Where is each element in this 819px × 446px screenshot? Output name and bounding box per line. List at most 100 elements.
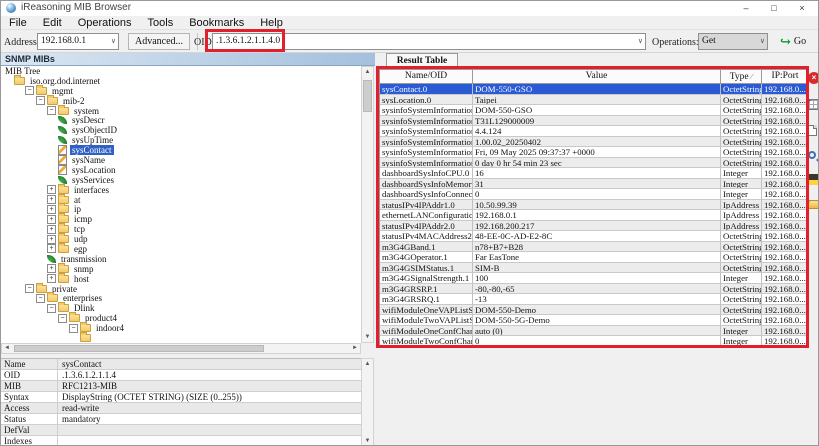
expand-icon[interactable]: +: [47, 274, 56, 283]
scroll-up-icon[interactable]: ▲: [362, 359, 373, 369]
table-row[interactable]: wifiModuleOneVAPListSSI...DOM-550-DemoOc…: [380, 305, 808, 316]
table-row[interactable]: m3G4GOperator.1Far EasToneOctetString192…: [380, 252, 808, 263]
scroll-down-icon[interactable]: ▼: [362, 332, 373, 342]
chevron-down-icon[interactable]: ∨: [638, 37, 643, 45]
expand-icon[interactable]: +: [47, 205, 56, 214]
menu-item-operations[interactable]: Operations: [70, 17, 140, 29]
tree-item-sysobjectid[interactable]: sysObjectID: [1, 125, 361, 135]
collapse-icon[interactable]: −: [25, 86, 34, 95]
tree-item-iso-org-dod-internet[interactable]: iso.org.dod.internet: [1, 76, 361, 86]
tree-item-host[interactable]: +host: [1, 274, 361, 284]
expand-icon[interactable]: +: [47, 244, 56, 253]
tree-item-enterprises[interactable]: −enterprises: [1, 293, 361, 303]
graph-icon[interactable]: [808, 174, 819, 185]
table-row[interactable]: dashboardSysInfoMemory.031Integer192.168…: [380, 179, 808, 190]
table-row[interactable]: sysinfoSystemInformation...0 day 0 hr 54…: [380, 158, 808, 169]
expand-icon[interactable]: +: [47, 225, 56, 234]
tree-item-sysuptime[interactable]: sysUpTime: [1, 135, 361, 145]
table-row[interactable]: wifiModuleTwoVAPListSS...DOM-550-5G-Demo…: [380, 315, 808, 326]
tree-item-interfaces[interactable]: +interfaces: [1, 185, 361, 195]
tree-item-udp[interactable]: +udp: [1, 234, 361, 244]
tree-item-tcp[interactable]: +tcp: [1, 224, 361, 234]
scroll-right-icon[interactable]: ►: [350, 344, 360, 353]
tree-item-indoor4[interactable]: −indoor4: [1, 323, 361, 333]
oid-combobox[interactable]: .1.3.6.1.2.1.1.4.0 ∨: [212, 33, 646, 50]
table-row[interactable]: sysLocation.0TaipeiOctetString192.168.0.…: [380, 95, 808, 106]
expand-icon[interactable]: +: [47, 195, 56, 204]
collapse-icon[interactable]: −: [36, 294, 45, 303]
table-row[interactable]: m3G4GBand.1n78+B7+B28OctetString192.168.…: [380, 242, 808, 253]
tree-item-mib-tree[interactable]: MIB Tree: [1, 66, 361, 76]
table-row[interactable]: dashboardSysInfoConnecti...0Integer192.1…: [380, 189, 808, 200]
tree-item-egp[interactable]: +egp: [1, 244, 361, 254]
document-icon[interactable]: [808, 125, 817, 136]
menu-item-help[interactable]: Help: [252, 17, 291, 29]
collapse-icon[interactable]: −: [47, 304, 56, 313]
search-icon[interactable]: [808, 151, 816, 159]
tree-item-product4[interactable]: −product4: [1, 313, 361, 323]
menu-item-bookmarks[interactable]: Bookmarks: [181, 17, 252, 29]
maximize-button[interactable]: □: [760, 1, 788, 16]
expand-icon[interactable]: +: [47, 215, 56, 224]
tree-item-snmp[interactable]: +snmp: [1, 264, 361, 274]
tree-item-system[interactable]: −system: [1, 106, 361, 116]
column-header-type[interactable]: Type ∕: [721, 70, 762, 83]
tree-item-syslocation[interactable]: sysLocation: [1, 165, 361, 175]
table-row[interactable]: ethernetLANConfiguration...192.168.0.1Ip…: [380, 210, 808, 221]
tree-item-mib-2[interactable]: −mib-2: [1, 96, 361, 106]
table-row[interactable]: statusIPv4MACAddress2.048-EE-0C-AD-E2-8C…: [380, 231, 808, 242]
properties-vertical-scrollbar[interactable]: ▲ ▼: [361, 358, 374, 446]
tree-vertical-scrollbar[interactable]: ▲ ▼: [361, 66, 374, 343]
tree-item-transmission[interactable]: transmission: [1, 254, 361, 264]
tree-item-sysservices[interactable]: sysServices: [1, 175, 361, 185]
column-header-ip-port[interactable]: IP:Port: [762, 70, 808, 83]
table-row[interactable]: wifiModuleTwoConfChan...0Integer192.168.…: [380, 336, 808, 347]
table-row[interactable]: sysinfoSystemInformationS...Fri, 09 May …: [380, 147, 808, 158]
tree-item-sysname[interactable]: sysName: [1, 155, 361, 165]
tree-item-ip[interactable]: +ip: [1, 204, 361, 214]
expand-icon[interactable]: +: [47, 264, 56, 273]
scrollbar-thumb[interactable]: [14, 345, 264, 352]
table-row[interactable]: m3G4GRSRP.1-80,-80,-65OctetString192.168…: [380, 284, 808, 295]
export-table-icon[interactable]: [808, 99, 819, 110]
address-combobox[interactable]: 192.168.0.1 ∨: [37, 33, 119, 50]
table-row[interactable]: sysinfoSystemInformation...T31L129000009…: [380, 116, 808, 127]
scroll-up-icon[interactable]: ▲: [362, 67, 373, 77]
collapse-icon[interactable]: −: [47, 106, 56, 115]
table-row[interactable]: wifiModuleOneConfChann...auto (0)Integer…: [380, 326, 808, 337]
table-row[interactable]: m3G4GSIMStatus.1SIM-BOctetString192.168.…: [380, 263, 808, 274]
tree-item-mgmt[interactable]: −mgmt: [1, 86, 361, 96]
operations-combobox[interactable]: Get ∨: [698, 33, 768, 50]
table-row[interactable]: sysContact.0DOM-550-GSOOctetString192.16…: [380, 84, 808, 95]
chevron-down-icon[interactable]: ∨: [111, 37, 116, 45]
collapse-icon[interactable]: −: [36, 96, 45, 105]
menu-item-file[interactable]: File: [1, 17, 35, 29]
menu-item-edit[interactable]: Edit: [35, 17, 70, 29]
collapse-icon[interactable]: −: [58, 314, 67, 323]
close-icon[interactable]: ×: [808, 72, 819, 84]
scrollbar-thumb[interactable]: [363, 80, 372, 112]
expand-icon[interactable]: +: [47, 185, 56, 194]
advanced-button[interactable]: Advanced...: [128, 33, 190, 50]
table-row[interactable]: statusIPv4IPAddr1.010.50.99.39IpAddress1…: [380, 200, 808, 211]
open-folder-icon[interactable]: [807, 200, 819, 209]
column-header-value[interactable]: Value: [473, 70, 721, 83]
tree-item-private[interactable]: −private: [1, 284, 361, 294]
table-row[interactable]: m3G4GSignalStrength.1100Integer192.168.0…: [380, 273, 808, 284]
tree-item-dlink[interactable]: −Dlink: [1, 303, 361, 313]
table-row[interactable]: dashboardSysInfoCPU.016Integer192.168.0.…: [380, 168, 808, 179]
collapse-icon[interactable]: −: [25, 284, 34, 293]
tree-item-sysdescr[interactable]: sysDescr: [1, 115, 361, 125]
column-header-name-oid[interactable]: Name/OID: [380, 70, 473, 83]
close-button[interactable]: ×: [788, 1, 816, 16]
scroll-down-icon[interactable]: ▼: [362, 436, 373, 446]
go-button[interactable]: ↪ Go: [780, 33, 806, 50]
table-row[interactable]: m3G4GRSRQ.1-13OctetString192.168.0...: [380, 294, 808, 305]
tree-item-unnamed[interactable]: [1, 333, 361, 343]
tab-result-table[interactable]: Result Table: [386, 53, 458, 69]
scroll-left-icon[interactable]: ◄: [2, 344, 12, 353]
tree-horizontal-scrollbar[interactable]: ◄ ►: [1, 343, 361, 354]
table-row[interactable]: sysinfoSystemInformation...4.4.124OctetS…: [380, 126, 808, 137]
table-row[interactable]: sysinfoSystemInformationF...1.00.02_2025…: [380, 137, 808, 148]
table-row[interactable]: sysinfoSystemInformation...DOM-550-GSOOc…: [380, 105, 808, 116]
